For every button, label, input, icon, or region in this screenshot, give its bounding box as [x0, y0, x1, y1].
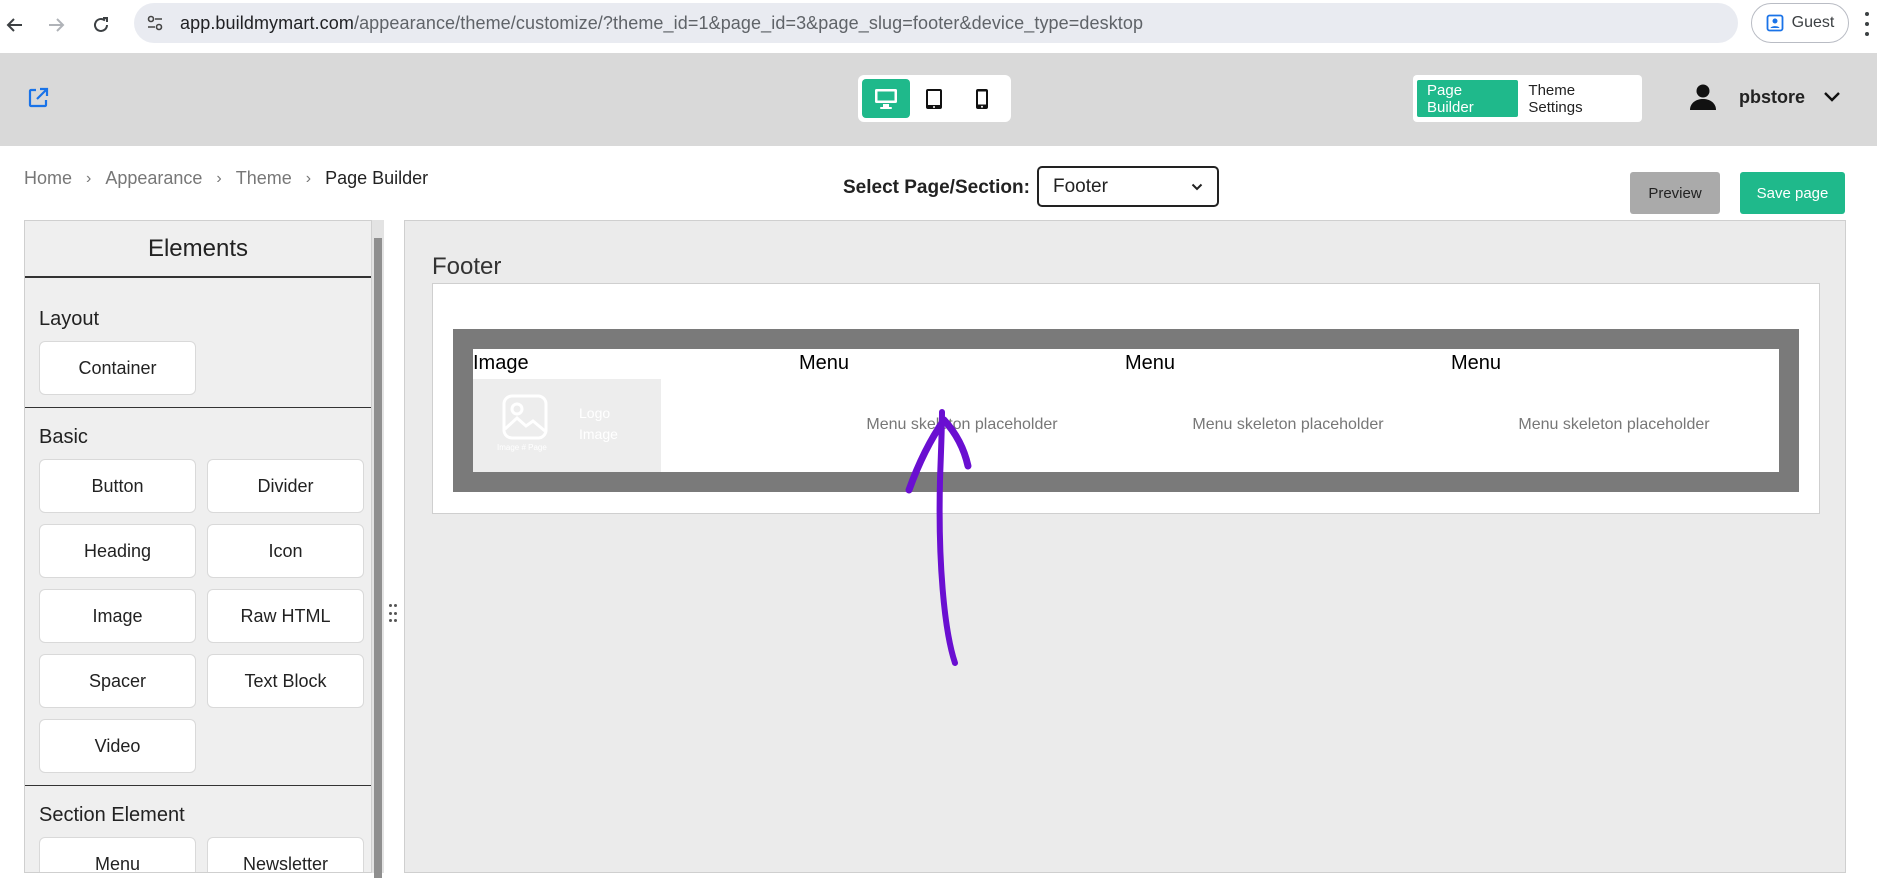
arrow-left-icon: [6, 18, 22, 32]
scrollbar-thumb[interactable]: [374, 238, 382, 878]
mode-toggle: Page Builder Theme Settings: [1413, 75, 1642, 122]
element-text-block[interactable]: Text Block: [207, 654, 364, 708]
chevron-right-icon: ›: [305, 169, 312, 187]
element-divider[interactable]: Divider: [207, 459, 364, 513]
arrow-right-icon: [49, 18, 65, 32]
breadcrumb-current: Page Builder: [325, 168, 429, 188]
desktop-icon: [875, 88, 897, 109]
page-builder-button[interactable]: Page Builder: [1417, 80, 1519, 117]
element-spacer[interactable]: Spacer: [39, 654, 196, 708]
column-title: Menu: [1451, 352, 1502, 374]
footer-column-image[interactable]: Image Logo Image Image # Page: [473, 349, 799, 472]
site-info-icon[interactable]: [140, 8, 170, 38]
group-title: Layout: [39, 308, 100, 330]
selected-page-value: Footer: [1053, 175, 1108, 197]
back-button[interactable]: [0, 10, 30, 40]
footer-container[interactable]: Image Logo Image Image # Page Menu Menu …: [453, 329, 1799, 492]
chevron-down-icon: [1824, 92, 1840, 102]
browser-menu-button[interactable]: [1862, 12, 1872, 36]
chevron-right-icon: ›: [86, 169, 92, 187]
element-container[interactable]: Container: [39, 341, 196, 395]
layout-group: Layout Container: [25, 308, 371, 395]
username: pbstore: [1739, 86, 1806, 107]
element-image[interactable]: Image: [39, 589, 196, 643]
footer-column-menu[interactable]: Menu Menu skeleton placeholder: [1451, 349, 1777, 472]
theme-settings-button[interactable]: Theme Settings: [1518, 80, 1638, 117]
logo-placeholder-subtext: Image # Page: [497, 443, 547, 452]
tablet-icon: [926, 88, 942, 109]
forward-button[interactable]: [41, 10, 71, 40]
menu-placeholder: Menu skeleton placeholder: [1518, 416, 1710, 433]
url-text: app.buildmymart.com/appearance/theme/cus…: [180, 12, 1144, 33]
menu-placeholder: Menu skeleton placeholder: [866, 416, 1058, 433]
sidebar-scrollbar[interactable]: [372, 220, 384, 878]
element-video[interactable]: Video: [39, 719, 196, 773]
mobile-icon: [976, 88, 988, 109]
footer-row[interactable]: Image Logo Image Image # Page Menu Menu …: [473, 349, 1779, 472]
column-title: Image: [473, 352, 529, 374]
preview-button[interactable]: Preview: [1630, 172, 1720, 214]
divider: [25, 407, 371, 408]
user-icon: [1690, 84, 1716, 110]
image-icon: [502, 394, 548, 440]
breadcrumb: Home › Appearance › Theme › Page Builder: [24, 168, 428, 189]
page-section-select[interactable]: Footer: [1037, 166, 1219, 207]
element-icon[interactable]: Icon: [207, 524, 364, 578]
chevron-down-icon: [1191, 183, 1203, 190]
element-newsletter[interactable]: Newsletter: [207, 837, 364, 872]
footer-column-menu[interactable]: Menu Menu skeleton placeholder: [1125, 349, 1451, 472]
reload-icon: [94, 17, 108, 32]
footer-column-menu[interactable]: Menu Menu skeleton placeholder: [799, 349, 1125, 472]
menu-placeholder: Menu skeleton placeholder: [1192, 416, 1384, 433]
address-bar[interactable]: app.buildmymart.com/appearance/theme/cus…: [134, 3, 1738, 43]
user-menu[interactable]: pbstore: [1689, 83, 1841, 111]
element-menu[interactable]: Menu: [39, 837, 196, 872]
breadcrumb-home[interactable]: Home: [24, 168, 72, 189]
logo-placeholder-text: Logo Image: [579, 405, 618, 442]
chevron-right-icon: ›: [216, 169, 222, 187]
section-element-group: Section Element Menu Newsletter: [25, 804, 371, 872]
builder-canvas: Footer Image Logo Image Image # Page Men…: [404, 220, 1846, 873]
profile-icon: [1766, 14, 1784, 32]
element-raw-html[interactable]: Raw HTML: [207, 589, 364, 643]
logo-placeholder[interactable]: Logo Image Image # Page: [473, 379, 661, 472]
external-link-icon[interactable]: [26, 86, 50, 110]
breadcrumb-appearance[interactable]: Appearance: [105, 168, 202, 189]
element-button[interactable]: Button: [39, 459, 196, 513]
basic-group: Basic Button Divider Heading Icon Image …: [25, 426, 371, 773]
section-title: Footer: [432, 253, 502, 280]
elements-title: Elements: [25, 221, 371, 278]
select-page-label: Select Page/Section:: [843, 177, 1030, 198]
divider: [25, 785, 371, 786]
browser-toolbar: app.buildmymart.com/appearance/theme/cus…: [0, 0, 1877, 53]
element-heading[interactable]: Heading: [39, 524, 196, 578]
profile-button[interactable]: Guest: [1751, 3, 1849, 43]
resize-handle-icon[interactable]: [389, 604, 399, 622]
group-title: Basic: [39, 426, 88, 448]
elements-panel: Elements Layout Container Basic Button D…: [24, 220, 372, 873]
group-title: Section Element: [39, 804, 185, 826]
reload-button[interactable]: [86, 10, 116, 40]
column-title: Menu: [799, 352, 850, 374]
footer-section[interactable]: Image Logo Image Image # Page Menu Menu …: [432, 283, 1820, 514]
profile-label: Guest: [1791, 14, 1835, 31]
mobile-view-button[interactable]: [958, 79, 1006, 118]
app-header: Page Builder Theme Settings pbstore: [0, 53, 1877, 146]
tablet-view-button[interactable]: [910, 79, 958, 118]
device-switcher: [858, 75, 1011, 122]
breadcrumb-theme[interactable]: Theme: [236, 168, 292, 189]
column-title: Menu: [1125, 352, 1176, 374]
desktop-view-button[interactable]: [862, 79, 910, 118]
save-page-button[interactable]: Save page: [1740, 172, 1845, 214]
